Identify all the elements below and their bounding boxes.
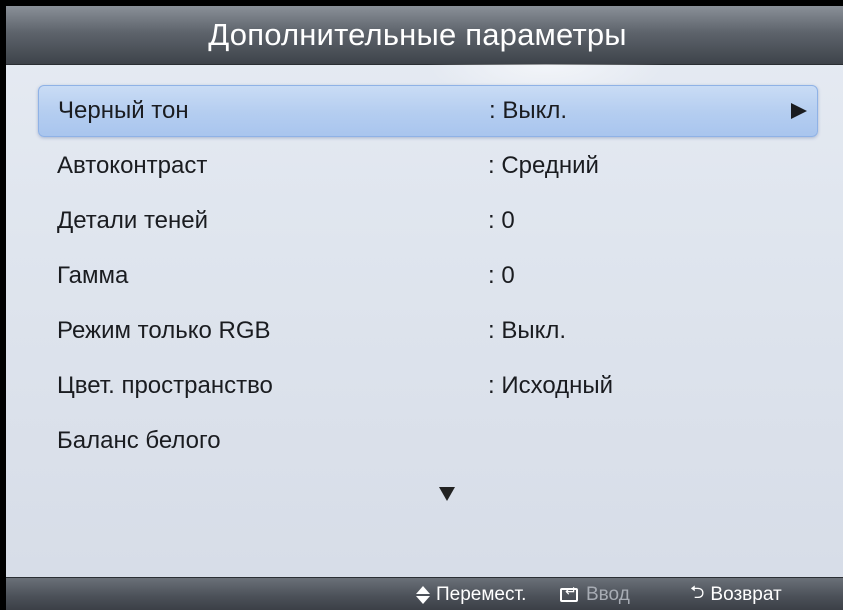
menu-item-label: Детали теней	[57, 207, 209, 234]
menu-item-gamma[interactable]: Гамма : 0	[38, 250, 818, 302]
settings-panel: Дополнительные параметры Черный тон : Вы…	[6, 6, 843, 610]
guide-bar: Перемест. Ввод ⮌ Возврат	[6, 577, 843, 610]
return-label: Возврат	[710, 583, 782, 605]
menu-item-value: : Исходный	[488, 372, 614, 399]
triangle-right-icon	[791, 103, 807, 119]
menu-item-value: : Выкл.	[489, 97, 568, 124]
enter-label: Ввод	[586, 583, 630, 605]
move-label: Перемест.	[436, 583, 527, 605]
return-icon: ⮌	[690, 581, 705, 603]
menu-item-label: Черный тон	[58, 97, 189, 124]
page-title: Дополнительные параметры	[208, 17, 627, 52]
move-guide: Перемест.	[416, 578, 526, 610]
menu-item-shadow-detail[interactable]: Детали теней : 0	[38, 195, 818, 247]
menu-item-label: Баланс белого	[57, 427, 221, 454]
menu-item-label: Автоконтраст	[57, 152, 208, 179]
menu-item-black-tone[interactable]: Черный тон : Выкл.	[38, 85, 818, 137]
screen-frame: Дополнительные параметры Черный тон : Вы…	[0, 0, 843, 610]
triangle-down-icon[interactable]	[439, 487, 455, 501]
menu-item-rgb-only-mode[interactable]: Режим только RGB : Выкл.	[38, 305, 818, 357]
enter-icon	[560, 584, 578, 602]
menu-item-value: : Выкл.	[488, 317, 567, 344]
updown-arrows-icon	[416, 585, 430, 605]
menu-item-value: : Средний	[488, 152, 599, 179]
menu-item-label: Цвет. пространство	[57, 372, 273, 399]
menu-item-label: Гамма	[57, 262, 129, 289]
menu-item-color-space[interactable]: Цвет. пространство : Исходный	[38, 360, 818, 412]
enter-guide: Ввод	[560, 578, 630, 610]
menu-item-white-balance[interactable]: Баланс белого	[38, 415, 818, 467]
title-bar: Дополнительные параметры	[6, 6, 843, 65]
menu-item-label: Режим только RGB	[57, 317, 271, 344]
return-guide[interactable]: ⮌ Возврат	[690, 578, 782, 610]
menu-item-value: : 0	[488, 207, 515, 234]
menu-item-value: : 0	[488, 262, 515, 289]
menu-item-auto-contrast[interactable]: Автоконтраст : Средний	[38, 140, 818, 192]
